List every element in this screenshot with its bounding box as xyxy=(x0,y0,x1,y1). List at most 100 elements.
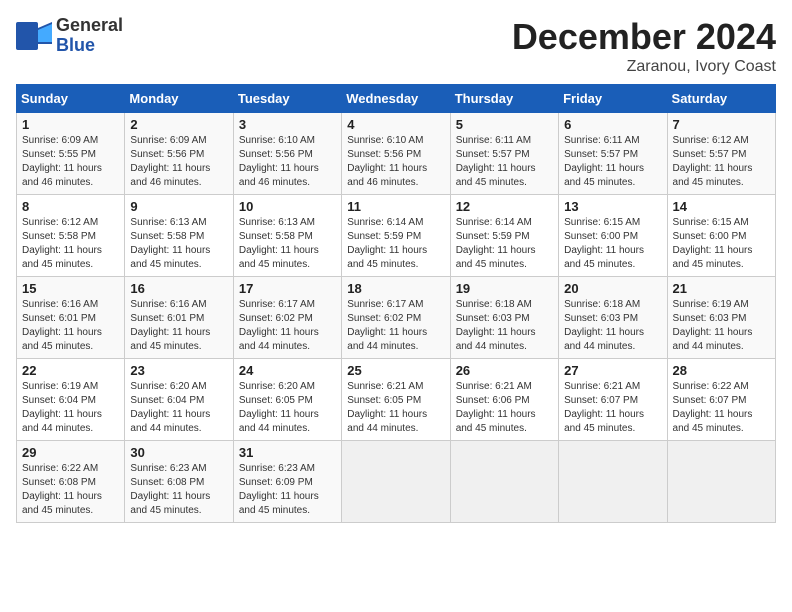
day-info: Sunrise: 6:23 AM Sunset: 6:09 PM Dayligh… xyxy=(239,462,336,518)
day-number: 21 xyxy=(673,281,770,296)
day-info: Sunrise: 6:21 AM Sunset: 6:07 PM Dayligh… xyxy=(564,380,661,436)
calendar-cell: 24 Sunrise: 6:20 AM Sunset: 6:05 PM Dayli… xyxy=(233,359,341,441)
day-info: Sunrise: 6:11 AM Sunset: 5:57 PM Dayligh… xyxy=(456,134,553,190)
day-number: 5 xyxy=(456,117,553,132)
day-info: Sunrise: 6:21 AM Sunset: 6:05 PM Dayligh… xyxy=(347,380,444,436)
logo-icon xyxy=(16,22,52,50)
day-info: Sunrise: 6:14 AM Sunset: 5:59 PM Dayligh… xyxy=(347,216,444,272)
day-info: Sunrise: 6:10 AM Sunset: 5:56 PM Dayligh… xyxy=(347,134,444,190)
day-number: 10 xyxy=(239,199,336,214)
calendar-week-5: 29 Sunrise: 6:22 AM Sunset: 6:08 PM Dayli… xyxy=(17,441,776,523)
month-title: December 2024 xyxy=(512,16,776,58)
calendar-week-4: 22 Sunrise: 6:19 AM Sunset: 6:04 PM Dayli… xyxy=(17,359,776,441)
calendar-cell: 13Sunrise: 6:15 AM Sunset: 6:00 PM Dayli… xyxy=(559,195,667,277)
day-number: 1 xyxy=(22,117,119,132)
calendar-cell: 20 Sunrise: 6:18 AM Sunset: 6:03 PM Dayli… xyxy=(559,277,667,359)
day-info: Sunrise: 6:18 AM Sunset: 6:03 PM Dayligh… xyxy=(564,298,661,354)
day-number: 15 xyxy=(22,281,119,296)
calendar-cell: 29 Sunrise: 6:22 AM Sunset: 6:08 PM Dayli… xyxy=(17,441,125,523)
day-number: 3 xyxy=(239,117,336,132)
day-info: Sunrise: 6:17 AM Sunset: 6:02 PM Dayligh… xyxy=(347,298,444,354)
calendar-cell: 5 Sunrise: 6:11 AM Sunset: 5:57 PM Daylig… xyxy=(450,113,558,195)
calendar-cell xyxy=(342,441,450,523)
calendar-cell: 21 Sunrise: 6:19 AM Sunset: 6:03 PM Dayli… xyxy=(667,277,775,359)
calendar-cell: 30 Sunrise: 6:23 AM Sunset: 6:08 PM Dayli… xyxy=(125,441,233,523)
calendar-week-1: 1 Sunrise: 6:09 AM Sunset: 5:55 PM Daylig… xyxy=(17,113,776,195)
weekday-tuesday: Tuesday xyxy=(233,85,341,113)
calendar-cell: 9 Sunrise: 6:13 AM Sunset: 5:58 PM Daylig… xyxy=(125,195,233,277)
day-number: 4 xyxy=(347,117,444,132)
calendar-cell: 4 Sunrise: 6:10 AM Sunset: 5:56 PM Daylig… xyxy=(342,113,450,195)
day-info: Sunrise: 6:23 AM Sunset: 6:08 PM Dayligh… xyxy=(130,462,227,518)
day-number: 17 xyxy=(239,281,336,296)
day-info: Sunrise: 6:10 AM Sunset: 5:56 PM Dayligh… xyxy=(239,134,336,190)
day-number: 27 xyxy=(564,363,661,378)
calendar-cell: 11 Sunrise: 6:14 AM Sunset: 5:59 PM Dayli… xyxy=(342,195,450,277)
day-info: Sunrise: 6:22 AM Sunset: 6:07 PM Dayligh… xyxy=(673,380,770,436)
calendar-cell: 1 Sunrise: 6:09 AM Sunset: 5:55 PM Daylig… xyxy=(17,113,125,195)
day-info: Sunrise: 6:21 AM Sunset: 6:06 PM Dayligh… xyxy=(456,380,553,436)
day-info: Sunrise: 6:22 AM Sunset: 6:08 PM Dayligh… xyxy=(22,462,119,518)
page-header: General Blue December 2024 Zaranou, Ivor… xyxy=(16,16,776,76)
day-number: 25 xyxy=(347,363,444,378)
day-info: Sunrise: 6:18 AM Sunset: 6:03 PM Dayligh… xyxy=(456,298,553,354)
day-info: Sunrise: 6:19 AM Sunset: 6:04 PM Dayligh… xyxy=(22,380,119,436)
location-subtitle: Zaranou, Ivory Coast xyxy=(512,58,776,76)
weekday-friday: Friday xyxy=(559,85,667,113)
day-info: Sunrise: 6:12 AM Sunset: 5:57 PM Dayligh… xyxy=(673,134,770,190)
day-info: Sunrise: 6:16 AM Sunset: 6:01 PM Dayligh… xyxy=(130,298,227,354)
day-number: 12 xyxy=(456,199,553,214)
calendar-week-3: 15 Sunrise: 6:16 AM Sunset: 6:01 PM Dayli… xyxy=(17,277,776,359)
day-number: 29 xyxy=(22,445,119,460)
calendar-cell: 17 Sunrise: 6:17 AM Sunset: 6:02 PM Dayli… xyxy=(233,277,341,359)
day-number: 2 xyxy=(130,117,227,132)
day-info: Sunrise: 6:20 AM Sunset: 6:04 PM Dayligh… xyxy=(130,380,227,436)
day-number: 24 xyxy=(239,363,336,378)
calendar-cell: 7 Sunrise: 6:12 AM Sunset: 5:57 PM Daylig… xyxy=(667,113,775,195)
day-info: Sunrise: 6:13 AM Sunset: 5:58 PM Dayligh… xyxy=(130,216,227,272)
day-number: 28 xyxy=(673,363,770,378)
calendar-cell: 28 Sunrise: 6:22 AM Sunset: 6:07 PM Dayli… xyxy=(667,359,775,441)
calendar-cell: 12 Sunrise: 6:14 AM Sunset: 5:59 PM Dayli… xyxy=(450,195,558,277)
day-number: 9 xyxy=(130,199,227,214)
day-info: Sunrise: 6:19 AM Sunset: 6:03 PM Dayligh… xyxy=(673,298,770,354)
logo-blue: Blue xyxy=(56,36,123,56)
calendar-week-2: 8 Sunrise: 6:12 AM Sunset: 5:58 PM Daylig… xyxy=(17,195,776,277)
day-info: Sunrise: 6:12 AM Sunset: 5:58 PM Dayligh… xyxy=(22,216,119,272)
calendar-cell: 26Sunrise: 6:21 AM Sunset: 6:06 PM Dayli… xyxy=(450,359,558,441)
calendar-cell: 3 Sunrise: 6:10 AM Sunset: 5:56 PM Daylig… xyxy=(233,113,341,195)
day-info: Sunrise: 6:17 AM Sunset: 6:02 PM Dayligh… xyxy=(239,298,336,354)
calendar-cell: 2Sunrise: 6:09 AM Sunset: 5:56 PM Daylig… xyxy=(125,113,233,195)
day-number: 8 xyxy=(22,199,119,214)
day-number: 6 xyxy=(564,117,661,132)
weekday-sunday: Sunday xyxy=(17,85,125,113)
calendar-cell: 23Sunrise: 6:20 AM Sunset: 6:04 PM Dayli… xyxy=(125,359,233,441)
day-number: 31 xyxy=(239,445,336,460)
day-info: Sunrise: 6:20 AM Sunset: 6:05 PM Dayligh… xyxy=(239,380,336,436)
day-number: 22 xyxy=(22,363,119,378)
calendar-cell: 27 Sunrise: 6:21 AM Sunset: 6:07 PM Dayli… xyxy=(559,359,667,441)
day-number: 19 xyxy=(456,281,553,296)
calendar-cell xyxy=(450,441,558,523)
day-number: 7 xyxy=(673,117,770,132)
calendar-cell: 19 Sunrise: 6:18 AM Sunset: 6:03 PM Dayli… xyxy=(450,277,558,359)
weekday-wednesday: Wednesday xyxy=(342,85,450,113)
calendar-cell xyxy=(667,441,775,523)
calendar-cell: 8 Sunrise: 6:12 AM Sunset: 5:58 PM Daylig… xyxy=(17,195,125,277)
day-info: Sunrise: 6:14 AM Sunset: 5:59 PM Dayligh… xyxy=(456,216,553,272)
day-number: 11 xyxy=(347,199,444,214)
weekday-thursday: Thursday xyxy=(450,85,558,113)
day-number: 16 xyxy=(130,281,227,296)
calendar-cell: 16 Sunrise: 6:16 AM Sunset: 6:01 PM Dayli… xyxy=(125,277,233,359)
day-number: 13 xyxy=(564,199,661,214)
day-info: Sunrise: 6:09 AM Sunset: 5:55 PM Dayligh… xyxy=(22,134,119,190)
calendar-cell: 22 Sunrise: 6:19 AM Sunset: 6:04 PM Dayli… xyxy=(17,359,125,441)
day-info: Sunrise: 6:11 AM Sunset: 5:57 PM Dayligh… xyxy=(564,134,661,190)
calendar-cell: 25 Sunrise: 6:21 AM Sunset: 6:05 PM Dayli… xyxy=(342,359,450,441)
day-number: 20 xyxy=(564,281,661,296)
logo: General Blue xyxy=(16,16,123,56)
calendar-cell xyxy=(559,441,667,523)
day-number: 18 xyxy=(347,281,444,296)
day-info: Sunrise: 6:15 AM Sunset: 6:00 PM Dayligh… xyxy=(673,216,770,272)
day-number: 30 xyxy=(130,445,227,460)
